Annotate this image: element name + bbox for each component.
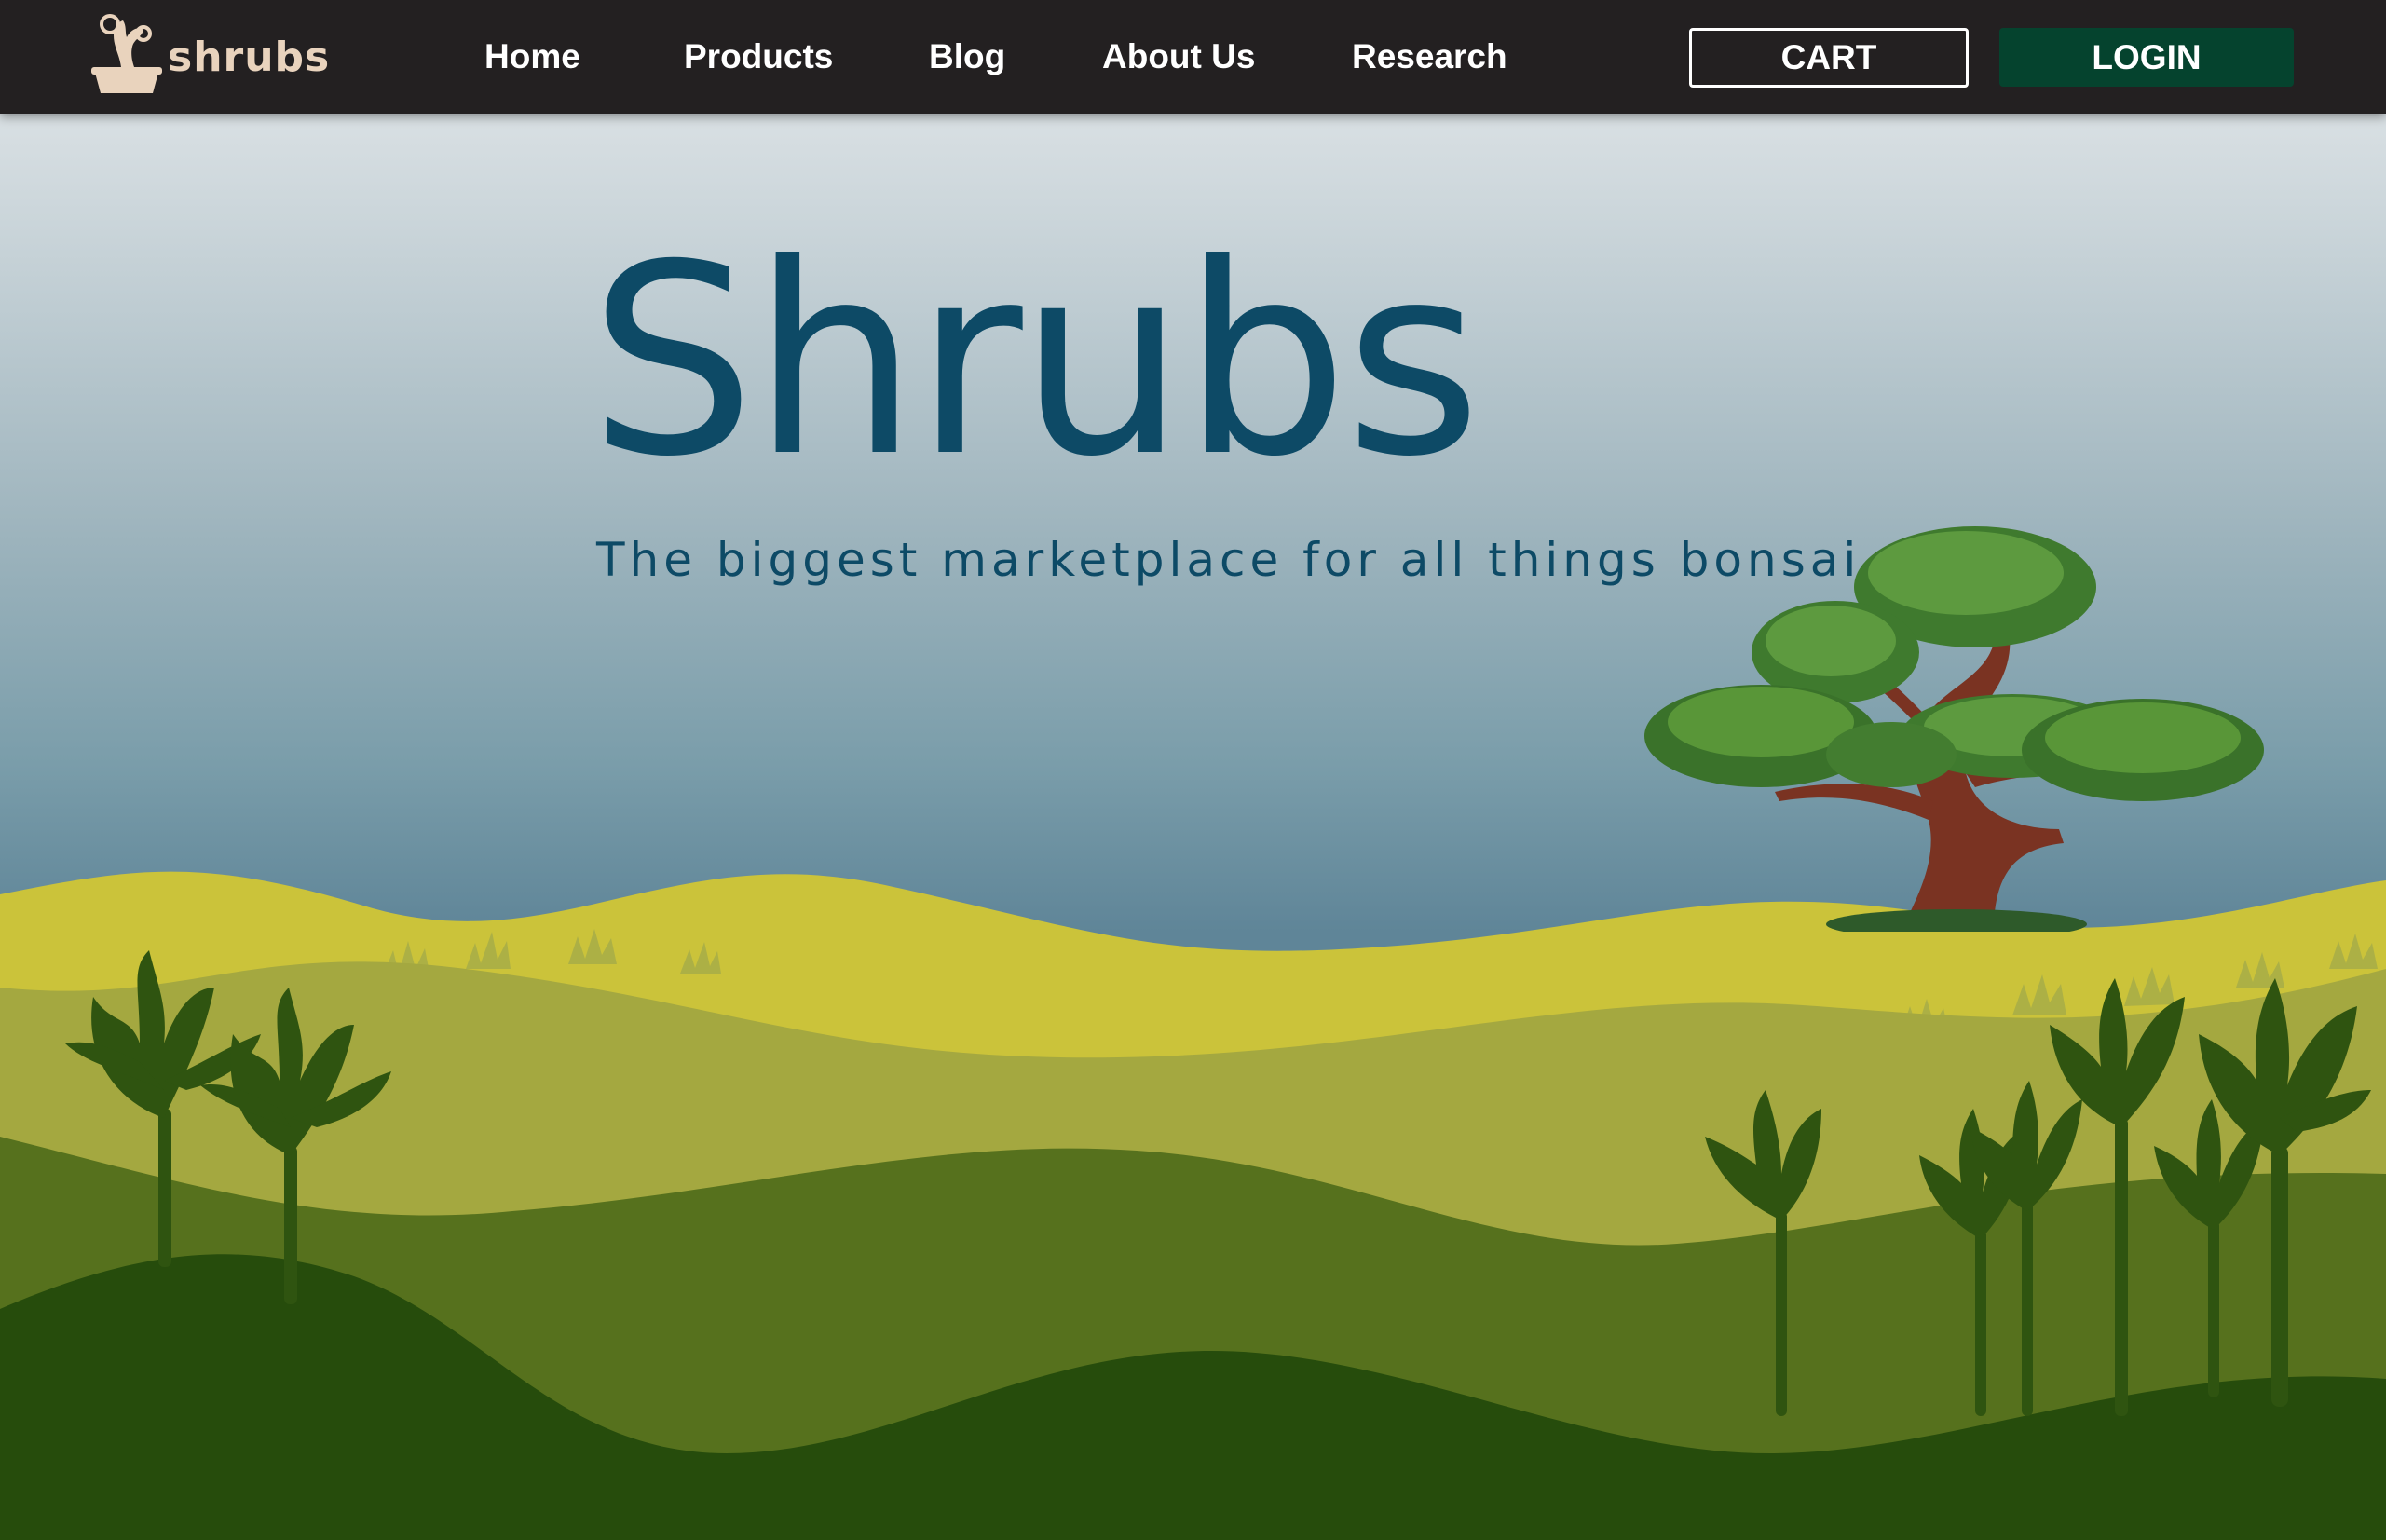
hero-title: Shrubs [589, 208, 1481, 514]
top-navbar: shrubs Home Products Blog About Us Resea… [0, 0, 2386, 114]
cart-button[interactable]: CART [1689, 28, 1969, 88]
landing-page: shrubs Home Products Blog About Us Resea… [0, 0, 2386, 1540]
bonsai-pot-logo-icon [91, 14, 162, 93]
login-button[interactable]: LOGIN [1999, 28, 2294, 87]
nav-products[interactable]: Products [684, 34, 833, 80]
bonsai-soil [1826, 909, 2087, 932]
logo-text: shrubs [168, 34, 331, 81]
nav-about-us[interactable]: About Us [1102, 34, 1255, 80]
site-logo[interactable]: shrubs [89, 9, 329, 99]
hero-subtitle: The biggest marketplace for all things b… [596, 533, 1861, 587]
nav-blog[interactable]: Blog [929, 34, 1005, 80]
nav-research[interactable]: Research [1352, 34, 1507, 80]
nav-home[interactable]: Home [484, 34, 580, 80]
